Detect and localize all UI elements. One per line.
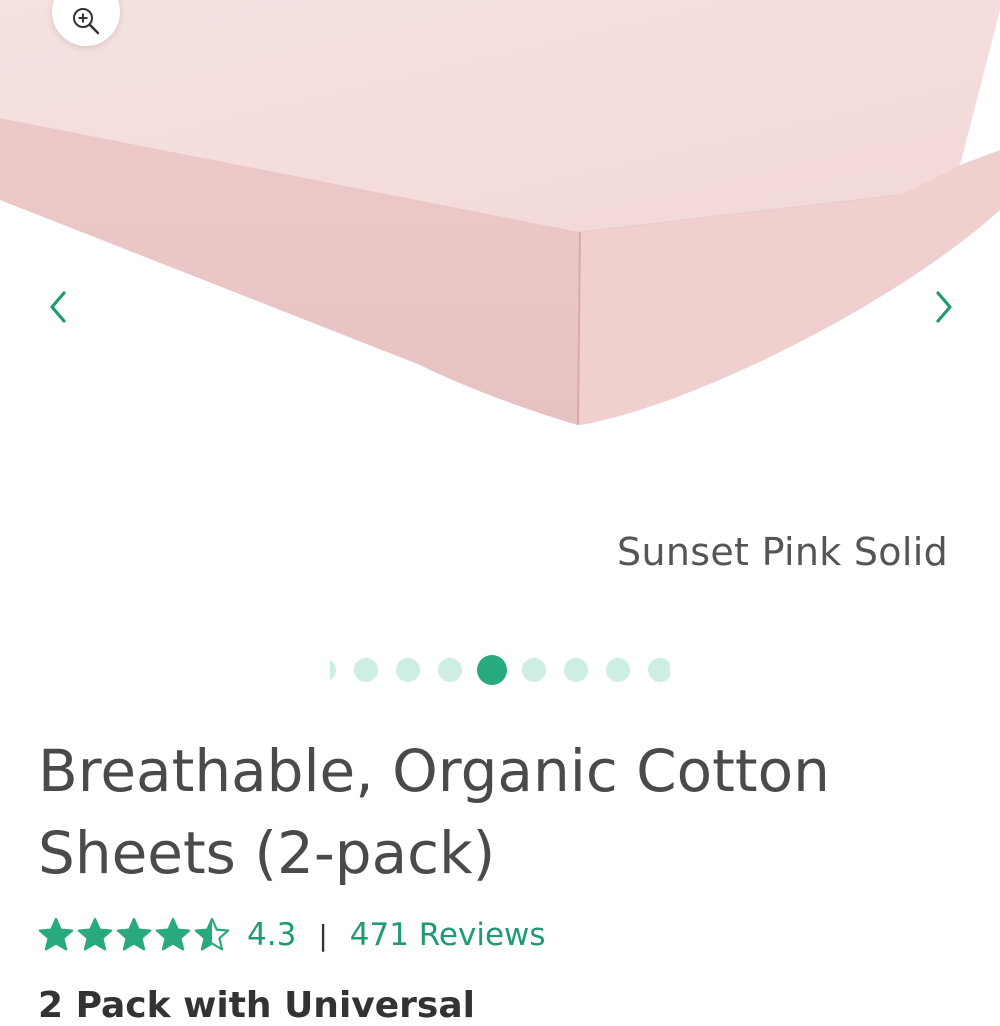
carousel-dot[interactable] [438, 658, 462, 682]
carousel-dot[interactable] [564, 658, 588, 682]
chevron-right-icon [936, 291, 952, 323]
rating-value: 4.3 [247, 917, 297, 953]
product-subtitle: 2 Pack with Universal [38, 985, 475, 1026]
product-gallery: Sunset Pink Solid [0, 0, 1000, 620]
next-image-button[interactable] [924, 282, 964, 332]
star-icon [77, 917, 113, 951]
star-icon [116, 917, 152, 951]
variant-label: Sunset Pink Solid [617, 530, 948, 574]
carousel-dot[interactable] [648, 658, 670, 682]
carousel-dot[interactable] [606, 658, 630, 682]
star-icon [155, 917, 191, 951]
carousel-dots [330, 655, 670, 685]
star-icon [38, 917, 74, 951]
chevron-left-icon [50, 291, 66, 323]
previous-image-button[interactable] [38, 282, 78, 332]
zoom-in-icon [73, 8, 100, 35]
star-icon [194, 917, 230, 951]
carousel-dot[interactable] [354, 658, 378, 682]
carousel-dot-active[interactable] [477, 655, 507, 685]
carousel-dot[interactable] [396, 658, 420, 682]
rating-row: 4.3 | 471 Reviews [38, 912, 546, 958]
carousel-dot[interactable] [522, 658, 546, 682]
reviews-link[interactable]: 471 Reviews [350, 917, 546, 953]
star-rating [38, 917, 233, 953]
rating-separator: | [318, 918, 328, 952]
product-title: Breathable, Organic Cotton Sheets (2-pac… [38, 737, 830, 887]
carousel-dot[interactable] [330, 658, 336, 682]
product-image [0, 0, 1000, 426]
